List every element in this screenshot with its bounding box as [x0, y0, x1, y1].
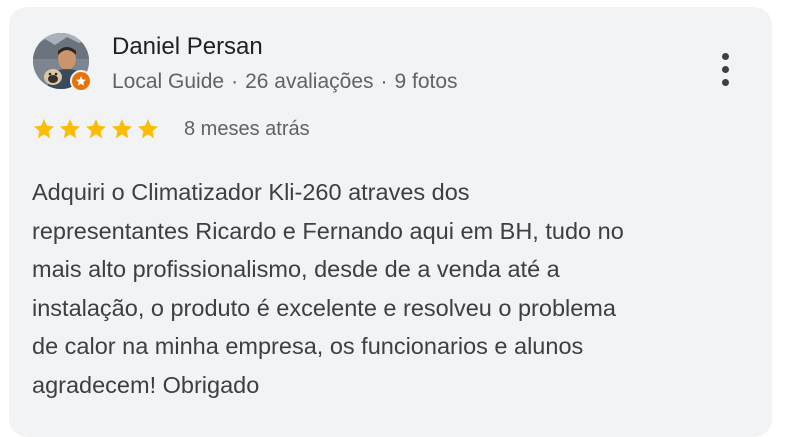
- meta-separator: ·: [231, 70, 239, 93]
- reviewer-name[interactable]: Daniel Persan: [112, 33, 263, 61]
- star-icon: [138, 119, 158, 139]
- star-icon: [60, 119, 80, 139]
- reviewer-meta: Local Guide · 26 avaliações · 9 fotos: [112, 70, 458, 94]
- review-line: agradecem! Obrigado: [32, 371, 260, 398]
- photo-count: 9 fotos: [394, 70, 458, 93]
- local-guide-star-icon: [76, 76, 86, 86]
- review-line: representantes Ricardo e Fernando aqui e…: [32, 217, 624, 244]
- review-line: instalação, o produto é excelente e reso…: [32, 294, 616, 321]
- star-icon: [34, 119, 54, 139]
- more-vert-icon[interactable]: [713, 44, 737, 94]
- review-line: Adquiri o Climatizador Kli-260 atraves d…: [32, 179, 470, 205]
- local-guide-label: Local Guide: [112, 70, 225, 93]
- review-count: 26 avaliações: [245, 70, 374, 93]
- local-guide-badge: [70, 70, 92, 92]
- review-line: mais alto profissionalismo, desde de a v…: [32, 256, 560, 282]
- star-rating: [32, 117, 160, 141]
- review-card: Daniel Persan Local Guide · 26 avaliaçõe…: [9, 7, 772, 437]
- review-line: de calor na minha empresa, os funcionari…: [32, 333, 584, 359]
- review-text: Adquiri o Climatizador Kli-260 atraves d…: [32, 173, 767, 404]
- star-icon: [86, 119, 106, 139]
- meta-separator: ·: [380, 70, 388, 93]
- star-icon: [112, 119, 132, 139]
- review-date: 8 meses atrás: [184, 118, 310, 140]
